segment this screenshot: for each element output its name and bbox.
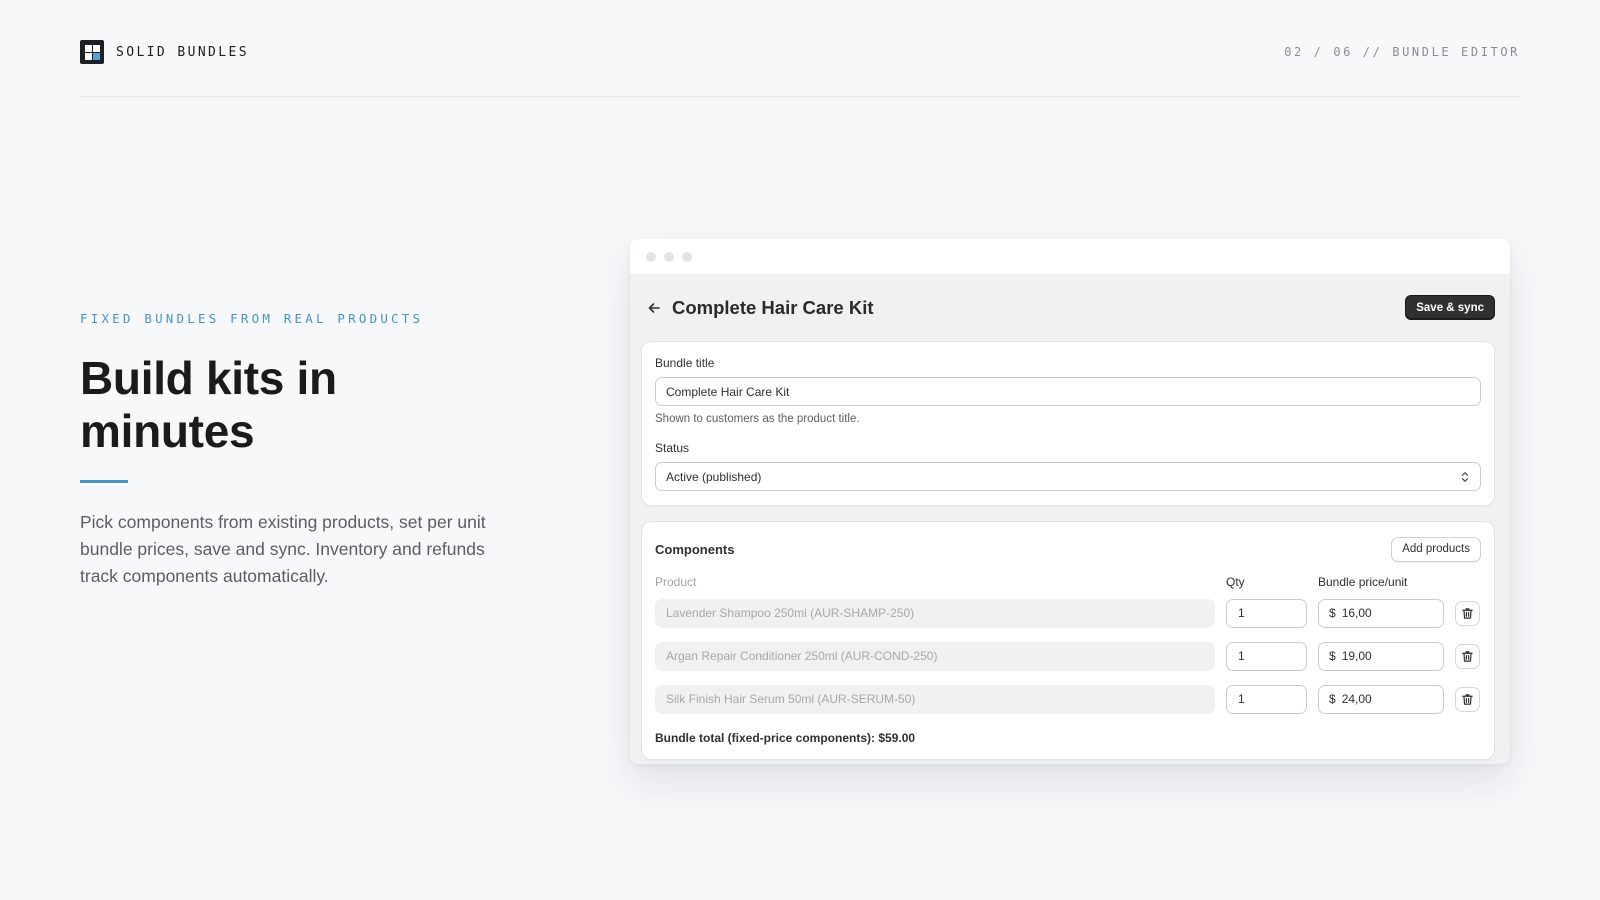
component-row: Argan Repair Conditioner 250ml (AUR-COND… xyxy=(655,637,1481,675)
component-product-field: Silk Finish Hair Serum 50ml (AUR-SERUM-5… xyxy=(655,684,1215,714)
components-column-headers: Product Qty Bundle price/unit xyxy=(655,575,1481,589)
lead-paragraph: Pick components from existing products, … xyxy=(80,512,486,586)
delete-component-button[interactable] xyxy=(1455,600,1480,626)
bundle-title-value: Complete Hair Care Kit xyxy=(666,384,790,399)
app-window: Complete Hair Care Kit Save & sync Bundl… xyxy=(630,239,1510,764)
currency-symbol: $ xyxy=(1329,692,1336,706)
status-value: Active (published) xyxy=(666,469,762,484)
status-select[interactable]: Active (published) xyxy=(655,462,1481,491)
component-price-input[interactable]: $ 16,00 xyxy=(1318,598,1444,628)
grid-logo-icon xyxy=(80,40,104,64)
brand-name: SOLID BUNDLES xyxy=(116,44,249,60)
bundle-title-label: Bundle title xyxy=(655,356,715,370)
component-price-value: 16,00 xyxy=(1341,606,1372,620)
add-products-button[interactable]: Add products xyxy=(1391,536,1481,562)
component-price-input[interactable]: $ 19,00 xyxy=(1318,641,1444,671)
bundle-details-card: Bundle title Complete Hair Care Kit Show… xyxy=(641,341,1495,506)
page-header-left: Complete Hair Care Kit xyxy=(646,297,874,319)
status-label: Status xyxy=(655,441,690,455)
bundle-title-help: Shown to customers as the product title. xyxy=(655,413,860,425)
components-header: Components Add products xyxy=(655,536,1481,562)
chevron-up-down-icon xyxy=(1461,471,1469,482)
column-header-price: Bundle price/unit xyxy=(1318,575,1408,589)
component-qty-input[interactable]: 1 xyxy=(1226,598,1307,628)
window-dot-icon xyxy=(682,251,692,262)
top-bar: SOLID BUNDLES 02 / 06 // BUNDLE EDITOR xyxy=(80,40,1520,97)
delete-component-button[interactable] xyxy=(1455,686,1480,712)
hero: FIXED BUNDLES FROM REAL PRODUCTS Build k… xyxy=(80,311,520,590)
component-qty-input[interactable]: 1 xyxy=(1226,641,1307,671)
window-dot-icon xyxy=(664,251,674,262)
window-chrome xyxy=(630,239,1510,274)
breadcrumb: 02 / 06 // BUNDLE EDITOR xyxy=(1284,45,1520,59)
component-price-value: 24,00 xyxy=(1341,692,1372,706)
component-product-field: Lavender Shampoo 250ml (AUR-SHAMP-250) xyxy=(655,598,1215,628)
window-dot-icon xyxy=(646,251,656,262)
component-row: Silk Finish Hair Serum 50ml (AUR-SERUM-5… xyxy=(655,680,1481,718)
brand: SOLID BUNDLES xyxy=(80,40,249,64)
page-title: Complete Hair Care Kit xyxy=(672,296,874,318)
currency-symbol: $ xyxy=(1329,649,1336,663)
page-header: Complete Hair Care Kit Save & sync xyxy=(630,274,1510,341)
arrow-left-icon[interactable] xyxy=(646,300,662,316)
component-price-input[interactable]: $ 24,00 xyxy=(1318,684,1444,714)
trash-icon xyxy=(1462,693,1473,705)
delete-component-button[interactable] xyxy=(1455,643,1480,669)
components-card: Components Add products Product Qty Bund… xyxy=(641,521,1495,760)
headline-line-1: Build kits in xyxy=(80,352,337,404)
column-header-product: Product xyxy=(655,575,697,589)
currency-symbol: $ xyxy=(1329,606,1336,620)
component-product-field: Argan Repair Conditioner 250ml (AUR-COND… xyxy=(655,641,1215,671)
trash-icon xyxy=(1462,607,1473,619)
bundle-title-input[interactable]: Complete Hair Care Kit xyxy=(655,377,1481,406)
save-sync-button[interactable]: Save & sync xyxy=(1405,295,1495,320)
column-header-qty: Qty xyxy=(1226,575,1245,589)
headline-line-2: minutes xyxy=(80,405,255,457)
components-title: Components xyxy=(655,541,735,557)
trash-icon xyxy=(1462,650,1473,662)
component-qty-input[interactable]: 1 xyxy=(1226,684,1307,714)
accent-divider xyxy=(80,480,128,483)
headline: Build kits in minutes xyxy=(80,352,520,458)
component-row: Lavender Shampoo 250ml (AUR-SHAMP-250) 1… xyxy=(655,594,1481,632)
component-price-value: 19,00 xyxy=(1341,649,1372,663)
bundle-total: Bundle total (fixed-price components): $… xyxy=(655,731,916,745)
eyebrow: FIXED BUNDLES FROM REAL PRODUCTS xyxy=(80,311,424,326)
